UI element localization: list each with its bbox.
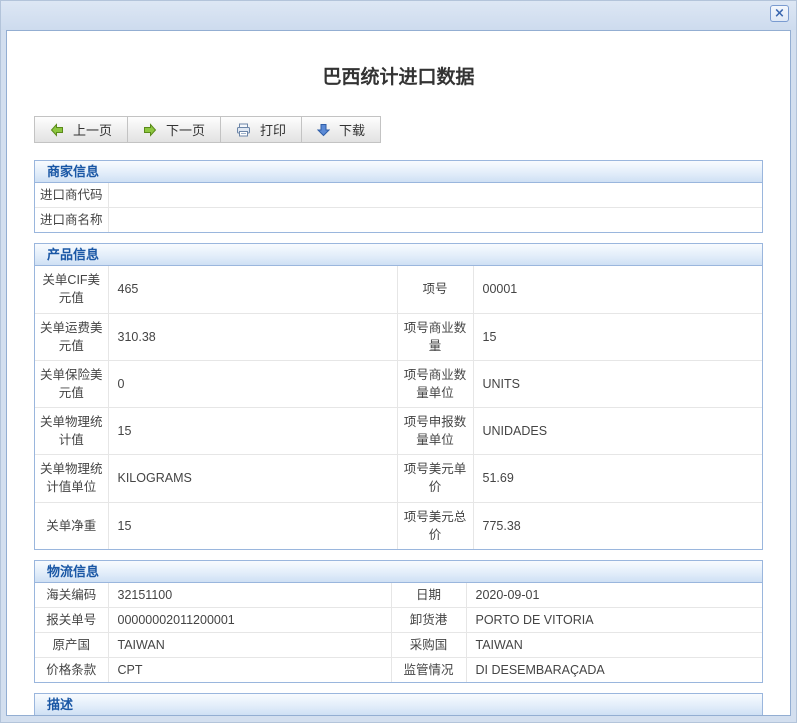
section-product: 产品信息 关单CIF美元值 465 项号 00001 关单运费美元值 310.3… [34,243,763,550]
field-value: PORTO DE VITORIA [466,607,762,632]
table-row: 原产国 TAIWAN 采购国 TAIWAN [35,633,762,658]
field-label: 关单运费美元值 [35,313,108,360]
next-page-label: 下一页 [166,120,205,139]
dialog-titlebar[interactable]: × [1,1,796,30]
dialog-window: × 巴西统计进口数据 上一页 下一页 [0,0,797,723]
field-label: 监管情况 [391,658,466,683]
field-value: 310.38 [108,313,397,360]
page-title: 巴西统计进口数据 [7,62,790,89]
field-label: 项号美元总价 [397,502,473,549]
close-button[interactable]: × [770,5,789,22]
field-label: 关单CIF美元值 [35,266,108,313]
print-label: 打印 [260,120,286,139]
printer-icon [236,123,251,137]
merchant-table: 进口商代码 进口商名称 [35,183,762,232]
field-label: 报关单号 [35,607,108,632]
field-value: 15 [473,313,762,360]
prev-page-label: 上一页 [73,120,112,139]
table-row: 关单净重 15 项号美元总价 775.38 [35,502,762,549]
field-label: 采购国 [391,633,466,658]
field-value: 51.69 [473,455,762,502]
field-label: 关单净重 [35,502,108,549]
product-table: 关单CIF美元值 465 项号 00001 关单运费美元值 310.38 项号商… [35,266,762,549]
field-label: 关单物理统计值单位 [35,455,108,502]
field-value [108,183,762,208]
next-page-button[interactable]: 下一页 [127,116,221,143]
field-value: 15 [108,408,397,455]
blue-arrow-down-icon [317,123,330,137]
table-row: 关单CIF美元值 465 项号 00001 [35,266,762,313]
field-label: 进口商代码 [35,183,108,208]
table-row: 关单保险美元值 0 项号商业数量单位 UNITS [35,360,762,407]
toolbar: 上一页 下一页 打印 [34,116,790,143]
table-row: 关单物理统计值 15 项号申报数量单位 UNIDADES [35,408,762,455]
field-value: TAIWAN [466,633,762,658]
field-label: 项号商业数量单位 [397,360,473,407]
field-value: 00000002011200001 [108,607,391,632]
field-label: 项号美元单价 [397,455,473,502]
field-value: TAIWAN [108,633,391,658]
table-row: 价格条款 CPT 监管情况 DI DESEMBARAÇADA [35,658,762,683]
field-label: 关单物理统计值 [35,408,108,455]
print-button[interactable]: 打印 [220,116,302,143]
field-value: 00001 [473,266,762,313]
field-label: 项号 [397,266,473,313]
field-label: 价格条款 [35,658,108,683]
field-value: KILOGRAMS [108,455,397,502]
section-merchant-title: 商家信息 [35,161,762,183]
section-product-title: 产品信息 [35,244,762,266]
section-logistics-title: 物流信息 [35,561,762,583]
field-value: 15 [108,502,397,549]
field-label: 项号申报数量单位 [397,408,473,455]
field-value: DI DESEMBARAÇADA [466,658,762,683]
field-label: 日期 [391,583,466,608]
field-label: 海关编码 [35,583,108,608]
field-value: 0 [108,360,397,407]
field-value: 2020-09-01 [466,583,762,608]
table-row: 进口商代码 [35,183,762,208]
field-label: 原产国 [35,633,108,658]
table-row: 关单运费美元值 310.38 项号商业数量 15 [35,313,762,360]
table-row: 海关编码 32151100 日期 2020-09-01 [35,583,762,608]
field-value: 465 [108,266,397,313]
table-row: 关单物理统计值单位 KILOGRAMS 项号美元单价 51.69 [35,455,762,502]
field-label: 进口商名称 [35,208,108,233]
field-value: UNITS [473,360,762,407]
field-label: 项号商业数量 [397,313,473,360]
field-label: 关单保险美元值 [35,360,108,407]
download-button[interactable]: 下载 [301,116,381,143]
section-description: 描述 编码描述 TINTAS DE IMPRESSÃO PRETAS 产品描述 … [34,693,763,716]
prev-page-button[interactable]: 上一页 [34,116,128,143]
section-merchant: 商家信息 进口商代码 进口商名称 [34,160,763,233]
dialog-body: 巴西统计进口数据 上一页 下一页 [6,30,791,716]
section-logistics: 物流信息 海关编码 32151100 日期 2020-09-01 报关单号 00… [34,560,763,684]
field-value: 32151100 [108,583,391,608]
green-arrow-right-icon [143,123,157,137]
table-row: 报关单号 00000002011200001 卸货港 PORTO DE VITO… [35,607,762,632]
table-row: 进口商名称 [35,208,762,233]
field-value: CPT [108,658,391,683]
field-label: 卸货港 [391,607,466,632]
download-label: 下载 [339,120,365,139]
field-value: 775.38 [473,502,762,549]
field-value: UNIDADES [473,408,762,455]
green-arrow-left-icon [50,123,64,137]
logistics-table: 海关编码 32151100 日期 2020-09-01 报关单号 0000000… [35,583,762,683]
field-value [108,208,762,233]
section-description-title: 描述 [35,694,762,716]
close-icon: × [774,7,785,20]
